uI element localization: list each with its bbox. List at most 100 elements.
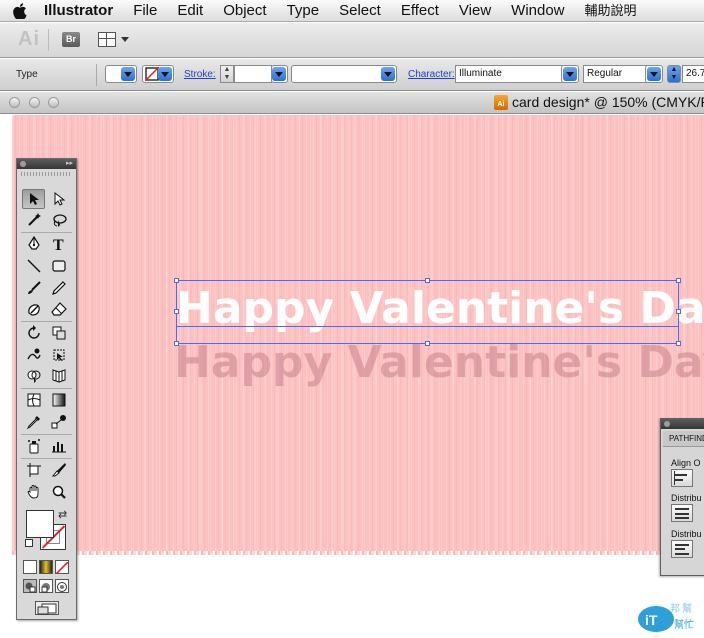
font-style-field[interactable]: Regular	[583, 65, 647, 83]
panel-grip[interactable]	[21, 172, 72, 176]
align-left-icon[interactable]	[671, 469, 693, 487]
mesh-tool-icon[interactable]	[22, 390, 45, 410]
draw-normal-icon[interactable]	[23, 579, 37, 593]
selection-bounding-box[interactable]	[176, 280, 679, 344]
hand-tool-icon[interactable]	[22, 482, 45, 502]
swap-fill-stroke-icon[interactable]: ⇄	[58, 508, 67, 521]
resize-handle[interactable]	[676, 341, 681, 346]
free-transform-tool-icon[interactable]	[47, 345, 70, 365]
font-family-field[interactable]: Illuminate	[455, 65, 563, 83]
window-minimize-button[interactable]	[29, 97, 40, 108]
symbol-sprayer-tool-icon[interactable]	[22, 436, 45, 456]
divider	[96, 64, 97, 86]
menu-window[interactable]: Window	[501, 0, 574, 22]
divider	[48, 29, 49, 51]
direct-selection-tool-icon[interactable]	[47, 189, 70, 209]
stroke-weight-stepper[interactable]: ▲ ▼	[220, 65, 234, 83]
pen-tool-icon[interactable]	[22, 234, 45, 254]
menu-edit[interactable]: Edit	[167, 0, 213, 22]
eraser-tool-icon[interactable]	[47, 299, 70, 319]
gradient-mode-button[interactable]	[39, 560, 53, 574]
menu-help[interactable]: 輔助說明	[575, 0, 647, 22]
draw-behind-icon[interactable]	[39, 579, 53, 593]
tools-panel-header[interactable]: ▸▸	[17, 159, 76, 169]
collapse-icon[interactable]: ▸▸	[66, 160, 73, 168]
fill-color-dropdown[interactable]	[105, 65, 137, 83]
resize-handle[interactable]	[425, 341, 430, 346]
brush-definition-dropdown[interactable]	[291, 65, 397, 83]
distribute-spacing-icon[interactable]	[671, 540, 693, 558]
tab-pathfinder[interactable]: PATHFINDER	[663, 431, 704, 447]
scale-tool-icon[interactable]	[47, 323, 70, 343]
document-title-bar: Ai card design* @ 150% (CMYK/P	[0, 92, 704, 114]
apple-menu-icon[interactable]	[0, 2, 40, 19]
pencil-tool-icon[interactable]	[47, 278, 70, 298]
illustrator-window: Illustrator File Edit Object Type Select…	[0, 0, 704, 638]
warp-tool-icon[interactable]	[22, 345, 45, 365]
panel-header[interactable]	[661, 419, 704, 429]
lasso-tool-icon[interactable]	[47, 210, 70, 230]
eyedropper-tool-icon[interactable]	[22, 412, 45, 432]
line-segment-tool-icon[interactable]	[22, 256, 45, 276]
chevron-down-icon[interactable]	[121, 37, 129, 42]
slice-tool-icon[interactable]	[47, 460, 70, 480]
font-size-stepper[interactable]: ▲ ▼	[667, 65, 681, 83]
stroke-color-dropdown[interactable]	[142, 65, 174, 83]
selection-tool-icon[interactable]	[22, 189, 45, 209]
distribute-top-icon[interactable]	[671, 504, 693, 522]
menu-file[interactable]: File	[123, 0, 167, 22]
rotate-tool-icon[interactable]	[22, 323, 45, 343]
close-icon[interactable]	[664, 421, 670, 427]
stroke-weight-field[interactable]	[234, 65, 272, 83]
document-title[interactable]: card design* @ 150% (CMYK/P	[512, 94, 704, 110]
window-close-button[interactable]	[9, 97, 20, 108]
screen-mode-button[interactable]	[35, 601, 59, 615]
blob-brush-tool-icon[interactable]	[22, 299, 45, 319]
zoom-tool-icon[interactable]	[47, 482, 70, 502]
close-icon[interactable]	[20, 161, 26, 167]
menu-select[interactable]: Select	[329, 0, 391, 22]
menu-object[interactable]: Object	[213, 0, 276, 22]
bridge-button[interactable]: Br	[62, 32, 80, 47]
magic-wand-tool-icon[interactable]	[22, 210, 45, 230]
shape-builder-tool-icon[interactable]	[22, 366, 45, 386]
window-zoom-button[interactable]	[48, 97, 59, 108]
paintbrush-tool-icon[interactable]	[22, 278, 45, 298]
stroke-panel-link[interactable]: Stroke:	[184, 69, 216, 80]
font-style-dropdown[interactable]	[645, 65, 663, 83]
menu-type[interactable]: Type	[277, 0, 330, 22]
column-graph-tool-icon[interactable]	[47, 436, 70, 456]
svg-text:iT: iT	[645, 612, 658, 628]
resize-handle[interactable]	[676, 278, 681, 283]
distribute-objects-label: Distribu	[671, 493, 702, 503]
fill-swatch[interactable]	[26, 510, 54, 538]
blend-tool-icon[interactable]	[47, 412, 70, 432]
artboard-tool-icon[interactable]	[22, 460, 45, 480]
resize-handle[interactable]	[174, 278, 179, 283]
canvas[interactable]: Happy Valentine's Day Happy Valentine's …	[0, 115, 704, 638]
draw-inside-icon[interactable]	[55, 579, 69, 593]
headline-shadow-text[interactable]: Happy Valentine's Day	[174, 337, 704, 388]
none-mode-button[interactable]	[55, 560, 69, 575]
menu-effect[interactable]: Effect	[391, 0, 449, 22]
artboard-edge	[12, 551, 704, 555]
menu-view[interactable]: View	[449, 0, 501, 22]
character-panel-link[interactable]: Character:	[408, 69, 455, 80]
stroke-weight-dropdown[interactable]	[271, 65, 288, 83]
resize-handle[interactable]	[425, 278, 430, 283]
resize-handle[interactable]	[676, 309, 681, 314]
divider	[21, 232, 72, 233]
resize-handle[interactable]	[174, 309, 179, 314]
resize-handle[interactable]	[174, 341, 179, 346]
gradient-tool-icon[interactable]	[47, 390, 70, 410]
font-family-dropdown[interactable]	[561, 65, 579, 83]
arrange-documents-icon[interactable]	[98, 32, 116, 47]
menu-app-name[interactable]: Illustrator	[40, 0, 123, 22]
ai-logo: Ai	[18, 28, 40, 50]
color-mode-button[interactable]	[23, 560, 37, 574]
font-size-field[interactable]: 26.7	[682, 65, 704, 83]
rectangle-tool-icon[interactable]	[47, 256, 70, 276]
default-fill-stroke-icon[interactable]	[25, 539, 33, 547]
type-tool-icon[interactable]: T	[47, 234, 70, 254]
perspective-grid-tool-icon[interactable]	[47, 366, 70, 386]
